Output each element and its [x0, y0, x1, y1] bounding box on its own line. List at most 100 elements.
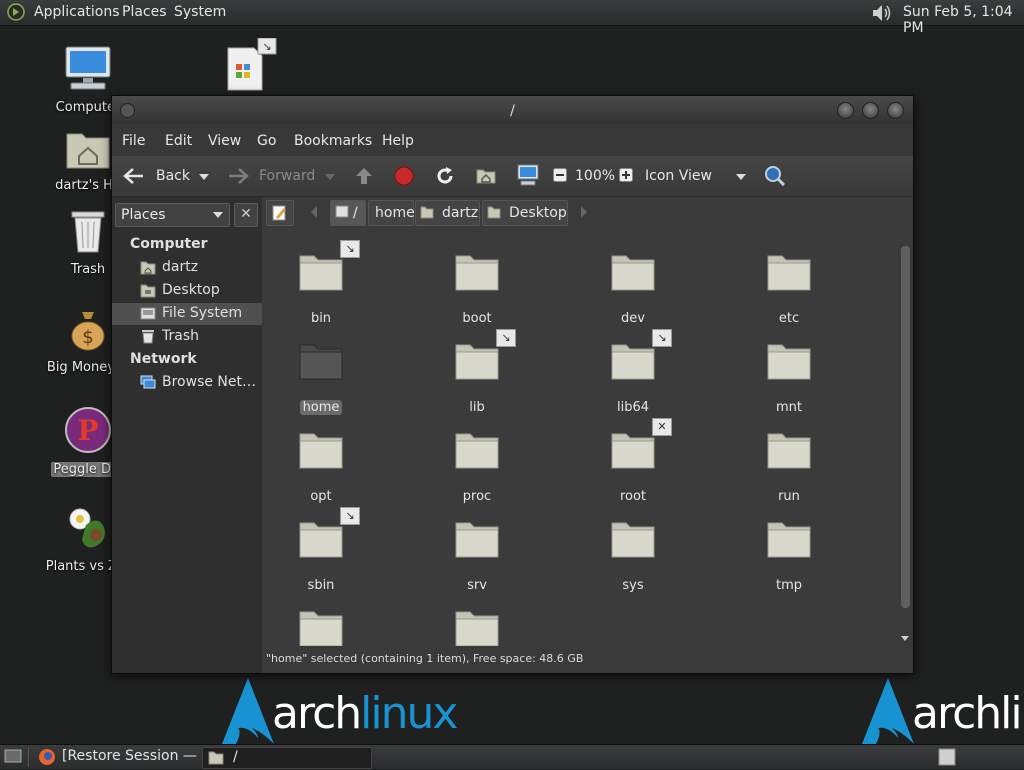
- computer-icon[interactable]: [516, 164, 540, 190]
- menu-system[interactable]: System: [174, 4, 226, 20]
- folder-item[interactable]: [266, 606, 381, 646]
- zoom-out-icon[interactable]: [553, 168, 567, 186]
- folder-lib64[interactable]: ↘ lib64: [573, 329, 693, 415]
- scrollbar-thumb[interactable]: [901, 246, 910, 608]
- home-icon[interactable]: [475, 165, 497, 189]
- sidebar-item-dartz[interactable]: dartz: [112, 257, 262, 279]
- forward-button[interactable]: Forward: [259, 168, 315, 184]
- path-crumb-label: dartz: [442, 205, 479, 221]
- path-crumb-home[interactable]: home: [368, 200, 415, 226]
- folder-etc[interactable]: etc: [729, 250, 849, 326]
- folder-dev[interactable]: dev: [573, 250, 693, 326]
- chevron-down-icon[interactable]: [736, 174, 746, 180]
- folder-root[interactable]: ✕ root: [573, 418, 693, 504]
- desktop-file-icon[interactable]: ↘: [226, 37, 278, 96]
- task-label: /: [233, 749, 238, 765]
- path-scroll-left-icon[interactable]: [311, 206, 317, 218]
- arch-logo-right: [862, 678, 914, 748]
- window-title: /: [510, 103, 515, 119]
- places-select[interactable]: Places: [115, 203, 230, 227]
- close-button[interactable]: [887, 102, 904, 119]
- menu-go[interactable]: Go: [257, 133, 276, 149]
- menu-file[interactable]: File: [122, 133, 145, 149]
- zoom-level: 100%: [575, 168, 616, 184]
- path-scroll-right-icon[interactable]: [581, 206, 587, 218]
- volume-icon[interactable]: [871, 3, 893, 27]
- folder-label: mnt: [776, 400, 802, 415]
- folder-sbin[interactable]: ↘ sbin: [266, 507, 381, 593]
- folder-lib[interactable]: ↘ lib: [417, 329, 537, 415]
- symlink-emblem-icon: ↘: [652, 329, 672, 347]
- sidebar-item-browse-network[interactable]: Browse Net…: [112, 372, 262, 394]
- show-desktop-icon[interactable]: [4, 748, 22, 768]
- folder-label: lib: [469, 400, 485, 415]
- sidebar-item-file-system[interactable]: File System: [112, 303, 262, 325]
- folder-icon: [299, 611, 343, 646]
- folder-label: bin: [310, 311, 332, 326]
- separator: [28, 747, 29, 767]
- clock[interactable]: Sun Feb 5, 1:04 PM: [903, 4, 1024, 36]
- folder-sys[interactable]: sys: [573, 517, 693, 593]
- location-bar: / home dartz Desktop: [266, 200, 906, 228]
- firefox-icon: [38, 748, 56, 770]
- title-bar[interactable]: /: [112, 96, 913, 124]
- up-arrow-icon[interactable]: [354, 166, 374, 190]
- back-arrow-icon[interactable]: [123, 167, 145, 189]
- task-file-manager[interactable]: /: [202, 747, 372, 769]
- file-view[interactable]: ↘ bin boot dev etc home ↘ lib ↘ lib64 mnt opt proc ✕ r…: [266, 232, 898, 646]
- folder-bin[interactable]: ↘ bin: [266, 240, 381, 326]
- folder-label: sys: [622, 578, 644, 593]
- folder-boot[interactable]: boot: [417, 250, 537, 326]
- folder-home[interactable]: home: [266, 339, 381, 415]
- folder-srv[interactable]: srv: [417, 517, 537, 593]
- reload-icon[interactable]: [435, 166, 455, 190]
- folder-label: lib64: [616, 400, 650, 415]
- gnome-foot-icon[interactable]: [7, 3, 25, 25]
- stop-icon[interactable]: [394, 166, 414, 190]
- back-button[interactable]: Back: [156, 168, 190, 184]
- menu-view[interactable]: View: [208, 133, 241, 149]
- menu-edit[interactable]: Edit: [165, 133, 192, 149]
- back-history-dropdown[interactable]: [199, 174, 209, 180]
- menu-places[interactable]: Places: [122, 4, 167, 20]
- places-select-label: Places: [121, 207, 166, 223]
- desktop-icon-label: Trash: [70, 262, 106, 277]
- zoom-in-icon[interactable]: [619, 168, 633, 186]
- scroll-down-icon[interactable]: [901, 636, 909, 641]
- path-crumb-label: /: [353, 205, 358, 221]
- menu-bookmarks[interactable]: Bookmarks: [294, 133, 372, 149]
- folder-label: home: [299, 400, 343, 415]
- folder-icon: [767, 433, 811, 469]
- maximize-button[interactable]: [862, 102, 879, 119]
- sidebar-item-trash[interactable]: Trash: [112, 326, 262, 348]
- sidebar-item-label: Browse Net…: [162, 374, 257, 390]
- folder-proc[interactable]: proc: [417, 428, 537, 504]
- minimize-button[interactable]: [837, 102, 854, 119]
- view-mode-select[interactable]: Icon View: [645, 168, 712, 184]
- folder-opt[interactable]: opt: [266, 428, 381, 504]
- folder-run[interactable]: run: [729, 428, 849, 504]
- toggle-location-entry-button[interactable]: [266, 200, 294, 226]
- menu-applications[interactable]: Applications: [34, 4, 120, 20]
- path-crumb-desktop[interactable]: Desktop: [482, 200, 568, 226]
- folder-icon: [299, 433, 343, 469]
- folder-mnt[interactable]: mnt: [729, 339, 849, 415]
- sidebar-item-desktop[interactable]: Desktop: [112, 280, 262, 302]
- no-access-emblem-icon: ✕: [652, 418, 672, 436]
- folder-item[interactable]: [417, 606, 537, 646]
- path-crumb-dartz[interactable]: dartz: [415, 200, 480, 226]
- vertical-scrollbar[interactable]: [899, 236, 911, 648]
- folder-icon: [299, 344, 343, 380]
- folder-tmp[interactable]: tmp: [729, 517, 849, 593]
- path-crumb-root[interactable]: /: [330, 200, 366, 226]
- home-folder-icon: [140, 260, 156, 279]
- home-folder-icon: [420, 206, 434, 219]
- forward-history-dropdown[interactable]: [325, 174, 335, 180]
- edit-icon: [272, 205, 286, 221]
- menu-help[interactable]: Help: [382, 133, 414, 149]
- search-icon[interactable]: [764, 165, 786, 191]
- folder-icon: [299, 255, 343, 291]
- forward-arrow-icon[interactable]: [227, 167, 249, 189]
- workspace-switcher-icon[interactable]: [938, 748, 956, 770]
- close-sidebar-button[interactable]: ✕: [234, 203, 258, 227]
